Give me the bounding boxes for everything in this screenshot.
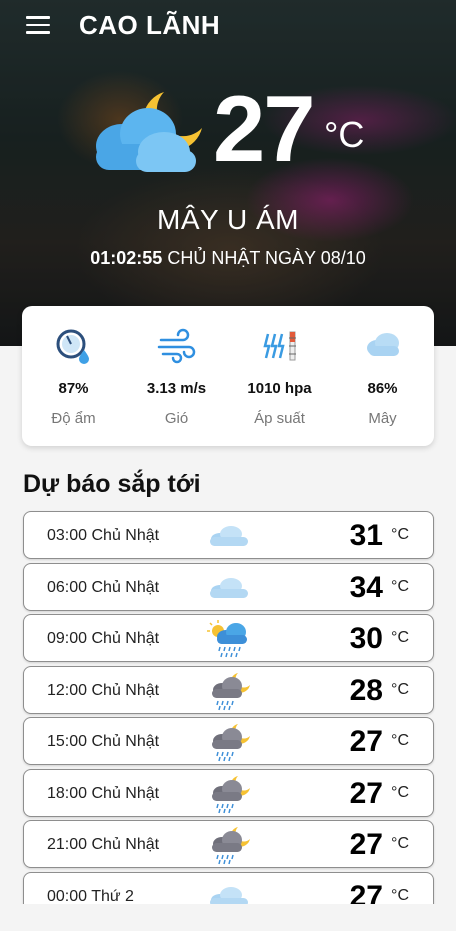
forecast-temp: 34 — [349, 570, 383, 604]
city-name: CAO LÃNH — [79, 10, 221, 40]
moon-cloud-rain-icon — [212, 672, 250, 710]
temperature-unit: °C — [324, 114, 365, 155]
cloudy-icon — [210, 526, 248, 546]
cloud-moon-icon — [96, 92, 202, 172]
forecast-row[interactable]: 09:00 Chủ Nhật 30 °C — [23, 614, 434, 662]
forecast-temp: 28 — [349, 673, 383, 707]
forecast-row[interactable]: 15:00 Chủ Nhật 27 °C — [23, 717, 434, 765]
forecast-unit: °C — [391, 577, 409, 595]
cloud-value: 86% — [367, 380, 398, 397]
forecast-time: 21:00 Chủ Nhật — [47, 836, 160, 853]
bottom-edge — [0, 904, 456, 931]
pressure-icon — [262, 331, 296, 361]
forecast-row[interactable]: 06:00 Chủ Nhật 34 °C — [23, 562, 434, 611]
stat-pressure: 1010 hpa Áp suất — [228, 306, 331, 446]
sun-rain-icon — [207, 620, 247, 658]
forecast-title: Dự báo sắp tới — [23, 470, 201, 498]
forecast-temp: 27 — [349, 828, 383, 861]
hero-background: CAO LÃNH 27 °C MÂY U ÁM 01:02:55 CHỦ NHẬ… — [0, 0, 456, 346]
moon-cloud-rain-icon — [212, 775, 250, 813]
forecast-unit: °C — [391, 783, 409, 801]
forecast-unit: °C — [391, 886, 409, 904]
current-time: 01:02:55 — [90, 248, 163, 268]
forecast-unit: °C — [391, 680, 409, 698]
cloud-icon — [366, 333, 399, 356]
current-temperature: 27 — [213, 76, 316, 181]
moon-cloud-rain-icon — [212, 724, 250, 762]
forecast-time: 15:00 Chủ Nhật — [47, 733, 160, 750]
forecast-time: 18:00 Chủ Nhật — [47, 784, 160, 802]
cloudy-icon — [210, 577, 248, 598]
forecast-unit: °C — [391, 526, 409, 543]
forecast-temp: 30 — [349, 622, 383, 655]
forecast-row[interactable]: 12:00 Chủ Nhật 28 °C — [23, 665, 434, 714]
pressure-label: Áp suất — [254, 410, 305, 427]
forecast-list: 03:00 Chủ Nhật 31 °C 06:00 Chủ Nhật 34 °… — [23, 511, 434, 923]
forecast-temp: 27 — [349, 725, 383, 758]
wind-value: 3.13 m/s — [146, 380, 207, 397]
humidity-gauge-icon — [56, 329, 89, 364]
forecast-time: 06:00 Chủ Nhật — [47, 578, 160, 596]
stat-humidity: 87% Độ ẩm — [22, 306, 125, 446]
stat-cloud: 86% Mây — [331, 306, 434, 446]
weather-condition: MÂY U ÁM — [157, 204, 299, 235]
forecast-unit: °C — [391, 732, 409, 749]
wind-icon — [157, 328, 195, 364]
forecast-time: 00:00 Thứ 2 — [47, 887, 134, 905]
current-date: CHỦ NHẬT NGÀY 08/10 — [167, 248, 366, 268]
weather-stats-card: 87% Độ ẩm 3.13 m/s Gió 1010 hpa Áp suất — [22, 306, 434, 446]
hamburger-menu-icon[interactable] — [26, 16, 50, 36]
datetime-line: 01:02:55 CHỦ NHẬT NGÀY 08/10 — [0, 248, 456, 269]
forecast-row[interactable]: 21:00 Chủ Nhật 27 °C — [23, 820, 434, 868]
forecast-unit: °C — [391, 835, 409, 852]
forecast-row[interactable]: 03:00 Chủ Nhật 31 °C — [23, 511, 434, 559]
forecast-temp: 27 — [349, 776, 383, 810]
wind-label: Gió — [164, 410, 189, 427]
forecast-row[interactable]: 18:00 Chủ Nhật 27 °C — [23, 768, 434, 817]
forecast-time: 09:00 Chủ Nhật — [47, 630, 160, 647]
humidity-label: Độ ẩm — [51, 410, 96, 427]
stat-wind: 3.13 m/s Gió — [125, 306, 228, 446]
humidity-value: 87% — [58, 380, 89, 397]
forecast-time: 03:00 Chủ Nhật — [47, 527, 160, 544]
forecast-temp: 31 — [349, 519, 383, 552]
forecast-unit: °C — [391, 629, 409, 646]
moon-cloud-rain-icon — [212, 827, 250, 865]
pressure-value: 1010 hpa — [247, 380, 312, 397]
forecast-time: 12:00 Chủ Nhật — [47, 681, 160, 699]
cloud-label: Mây — [368, 410, 397, 427]
